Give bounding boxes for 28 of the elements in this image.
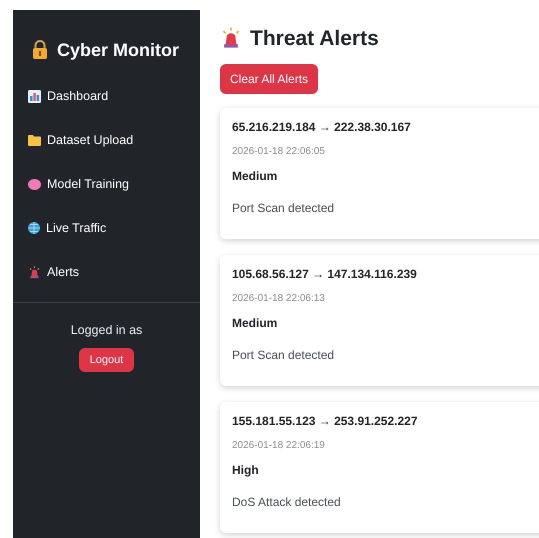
bar-chart-icon — [28, 90, 41, 102]
alert-time: 2026-01-18 22:06:05 — [232, 145, 326, 160]
nav-link[interactable]: Model Training — [28, 162, 200, 206]
nav-link[interactable]: Dataset Upload — [28, 118, 200, 162]
alert-time: 2026-01-18 22:06:19 — [232, 439, 326, 454]
logout-button[interactable]: Logout — [78, 348, 134, 372]
alert-route: 155.181.55.123 → 253.91.252.227 — [232, 413, 418, 430]
lock-icon — [31, 40, 49, 60]
siren-icon — [28, 266, 41, 278]
alert-message: DoS Attack detected — [232, 494, 342, 512]
alert-time: 2026-01-18 22:06:13 — [232, 292, 326, 306]
logged-in-label: Logged in as — [70, 322, 144, 339]
brand-title: Cyber Monitor — [57, 38, 180, 62]
globe-icon — [28, 222, 40, 234]
clear-alerts-button[interactable]: Clear All Alerts — [220, 64, 318, 94]
alert-message: Port Scan detected — [232, 347, 336, 364]
nav-link[interactable]: Dashboard — [28, 74, 200, 118]
alert-severity: Medium — [232, 315, 278, 332]
nav-link[interactable]: Alerts — [28, 250, 200, 294]
siren-icon — [220, 27, 242, 50]
nav-link[interactable]: Live Traffic — [28, 206, 200, 250]
alert-route: 65.216.219.184 → 222.38.30.167 — [232, 119, 412, 136]
alert-message: Port Scan detected — [232, 200, 336, 218]
alert-severity: High — [232, 462, 260, 480]
alert-severity: Medium — [232, 168, 278, 186]
folder-icon — [28, 134, 41, 146]
alert-route: 105.68.56.127 → 147.134.116.239 — [232, 266, 418, 284]
page-title: Threat Alerts — [250, 26, 379, 52]
